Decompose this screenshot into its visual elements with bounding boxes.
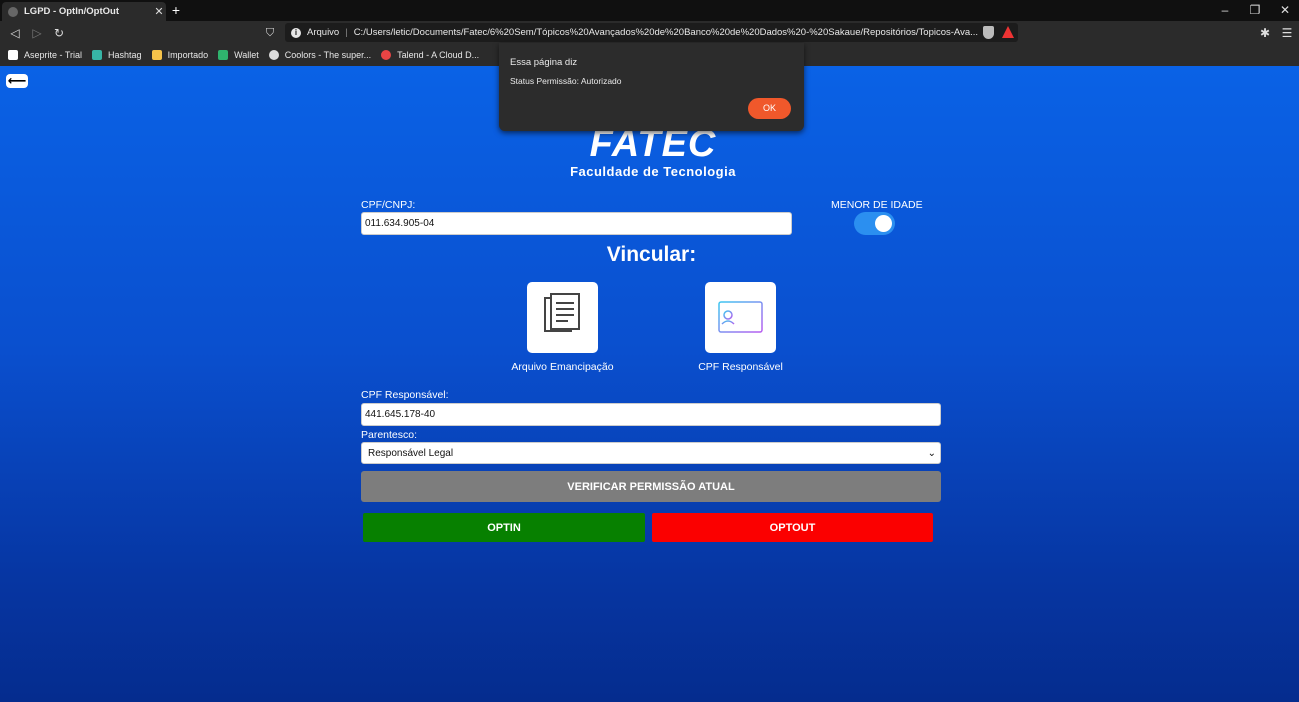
relationship-select[interactable]: Responsável Legal ⌄ xyxy=(361,442,941,464)
logo-sub-text: Faculdade de Tecnologia xyxy=(570,164,736,179)
bookmark-item[interactable]: Importado xyxy=(151,50,209,60)
back-arrow-icon[interactable]: ◁ xyxy=(6,24,24,42)
bookmark-label: Coolors - The super... xyxy=(284,50,372,60)
maximize-button[interactable]: ❐ xyxy=(1240,0,1270,21)
fatec-logo: FATEC Faculdade de Tecnologia xyxy=(566,124,740,179)
bookmark-label: Aseprite - Trial xyxy=(24,50,83,60)
extensions-puzzle-icon[interactable]: ✱ xyxy=(1257,24,1273,42)
address-bar[interactable]: i Arquivo | C:/Users/letic/Documents/Fat… xyxy=(285,23,1018,42)
minor-label: MENOR DE IDADE xyxy=(831,199,923,211)
dialog-message: Status Permissão: Autorizado xyxy=(510,76,622,86)
bookmark-label: Importado xyxy=(167,50,209,60)
forward-arrow-icon[interactable]: ▷ xyxy=(28,24,46,42)
relationship-select-value: Responsável Legal xyxy=(368,447,454,459)
page-content: ⟵ FATEC Faculdade de Tecnologia CPF/CNPJ… xyxy=(0,66,1299,702)
verify-permission-button[interactable]: VERIFICAR PERMISSÃO ATUAL xyxy=(361,471,941,502)
browser-toolbar: ◁ ▷ ↻ ⛉ i Arquivo | C:/Users/letic/Docum… xyxy=(0,21,1299,44)
guardian-cpf-card[interactable] xyxy=(705,282,776,353)
emancipation-file-card[interactable] xyxy=(527,282,598,353)
minimize-button[interactable]: – xyxy=(1210,0,1240,21)
tab-strip: LGPD - OptIn/OptOut ✕ + – ❐ ✕ xyxy=(0,0,1299,21)
cpf-label: CPF/CNPJ: xyxy=(361,199,416,211)
folder-icon xyxy=(151,50,162,60)
reload-icon[interactable]: ↻ xyxy=(50,24,68,42)
cpf-input[interactable]: 011.634.905-04 xyxy=(361,212,792,235)
bookmark-item[interactable]: Coolors - The super... xyxy=(268,50,372,60)
document-icon xyxy=(544,293,580,332)
guardian-cpf-input[interactable]: 441.645.178-40 xyxy=(361,403,941,426)
bookmark-item[interactable]: Aseprite - Trial xyxy=(8,50,82,60)
optin-button[interactable]: OPTIN xyxy=(363,513,645,542)
address-bar-icons xyxy=(983,26,1014,39)
relationship-label: Parentesco: xyxy=(361,429,418,441)
bookmark-favicon-icon xyxy=(218,50,229,60)
bookmark-label: Hashtag xyxy=(108,50,142,60)
address-scheme: Arquivo xyxy=(307,27,340,38)
warning-triangle-icon[interactable] xyxy=(1002,26,1014,38)
chevron-down-icon: ⌄ xyxy=(927,447,936,459)
address-url: C:/Users/letic/Documents/Fatec/6%20Sem/T… xyxy=(353,27,979,38)
shield-icon[interactable] xyxy=(983,26,994,39)
close-tab-icon[interactable]: ✕ xyxy=(152,5,166,18)
guardian-cpf-label: CPF Responsável: xyxy=(361,389,449,401)
dialog-title: Essa página diz xyxy=(510,57,578,68)
bookmark-item[interactable]: Talend - A Cloud D... xyxy=(381,50,479,60)
bookmark-icon[interactable]: ⛉ xyxy=(262,24,278,42)
close-window-button[interactable]: ✕ xyxy=(1270,0,1299,21)
bookmark-favicon-icon xyxy=(92,50,103,60)
bookmark-label: Talend - A Cloud D... xyxy=(397,50,480,60)
bookmark-label: Wallet xyxy=(234,50,259,60)
menu-icon[interactable]: ☰ xyxy=(1279,24,1295,42)
bookmark-item[interactable]: Hashtag xyxy=(92,50,142,60)
bookmark-item[interactable]: Wallet xyxy=(218,50,259,60)
info-icon[interactable]: i xyxy=(291,27,301,38)
id-card-icon xyxy=(718,301,763,333)
vincular-title: Vincular: xyxy=(606,243,697,266)
bookmark-favicon-icon xyxy=(8,50,18,60)
guardian-cpf-caption: CPF Responsável xyxy=(698,361,783,373)
alert-dialog: Essa página diz Status Permissão: Autori… xyxy=(499,43,804,131)
minor-toggle[interactable] xyxy=(854,212,895,235)
emancipation-file-caption: Arquivo Emancipação xyxy=(511,361,614,373)
new-tab-button[interactable]: + xyxy=(169,2,183,18)
toggle-knob xyxy=(875,215,892,232)
bookmark-favicon-icon xyxy=(268,50,279,60)
tab-title: LGPD - OptIn/OptOut xyxy=(24,6,119,17)
optout-button[interactable]: OPTOUT xyxy=(652,513,933,542)
address-separator: | xyxy=(345,27,348,38)
back-button[interactable]: ⟵ xyxy=(6,74,28,88)
browser-tab[interactable]: LGPD - OptIn/OptOut ✕ xyxy=(2,2,166,21)
bookmark-favicon-icon xyxy=(381,50,392,60)
ok-button[interactable]: OK xyxy=(748,98,791,119)
globe-icon xyxy=(8,6,18,17)
